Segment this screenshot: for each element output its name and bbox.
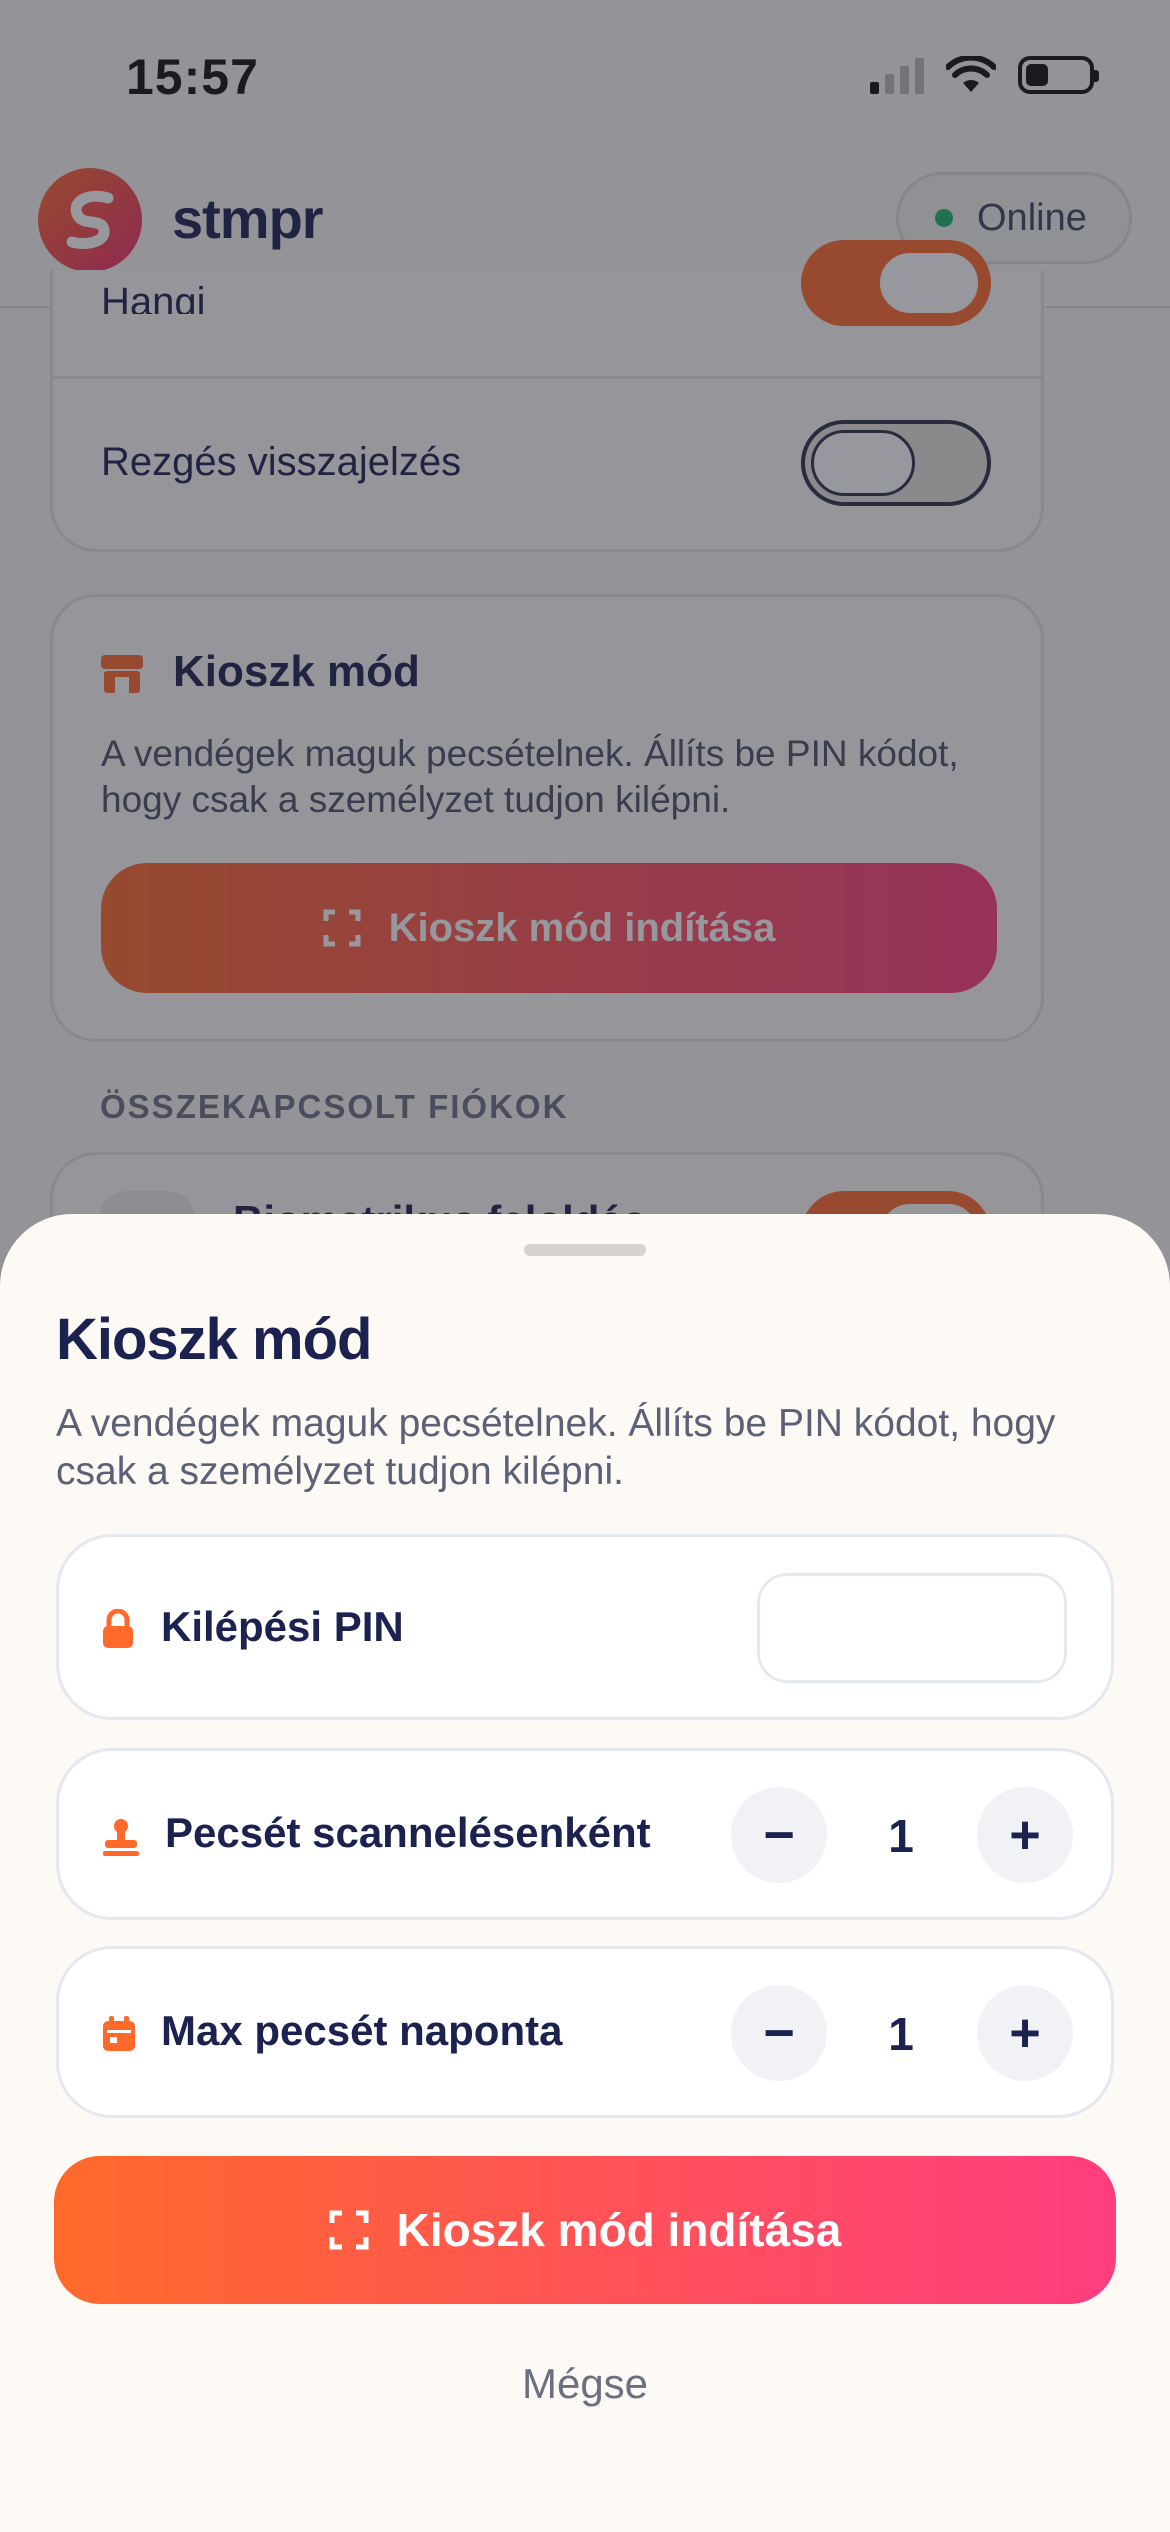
max-stamps-per-day-increment-button[interactable]: + [977, 1985, 1073, 2081]
start-kiosk-mode-button[interactable]: Kioszk mód indítása [54, 2156, 1116, 2304]
exit-pin-input[interactable] [757, 1573, 1067, 1683]
stamps-per-scan-decrement-button[interactable]: − [731, 1787, 827, 1883]
minus-icon: − [763, 1805, 795, 1865]
stamps-per-scan-increment-button[interactable]: + [977, 1787, 1073, 1883]
sheet-description: A vendégek maguk pecsételnek. Állíts be … [56, 1402, 1056, 1493]
exit-pin-label: Kilépési PIN [161, 1603, 404, 1650]
start-kiosk-mode-label: Kioszk mód indítása [396, 2204, 842, 2256]
calendar-icon [103, 2016, 135, 2051]
stamps-per-scan-label: Pecsét scannelésenként [165, 1809, 651, 1856]
sheet-title: Kioszk mód [56, 1307, 372, 1372]
cancel-button[interactable]: Mégse [435, 2344, 735, 2424]
stamps-per-scan-value: 1 [888, 1810, 914, 1862]
lock-icon [103, 1609, 133, 1648]
plus-icon: + [1009, 1805, 1041, 1865]
max-stamps-per-day-label: Max pecsét naponta [161, 2007, 563, 2054]
max-stamps-per-day-decrement-button[interactable]: − [731, 1985, 827, 2081]
stamps-per-scan-field: Pecsét scannelésenként − 1 + [56, 1748, 1114, 1920]
max-stamps-per-day-field: Max pecsét naponta − 1 + [56, 1946, 1114, 2118]
minus-icon: − [763, 2003, 795, 2063]
max-stamps-per-day-value: 1 [888, 2008, 914, 2060]
stamp-icon [103, 1819, 139, 1856]
plus-icon: + [1009, 2003, 1041, 2063]
exit-pin-field: Kilépési PIN [56, 1534, 1114, 1720]
sheet-grabber[interactable] [524, 1244, 646, 1256]
kiosk-mode-sheet: Kioszk mód A vendégek maguk pecsételnek.… [0, 1214, 1170, 2532]
scan-icon [329, 2210, 369, 2250]
